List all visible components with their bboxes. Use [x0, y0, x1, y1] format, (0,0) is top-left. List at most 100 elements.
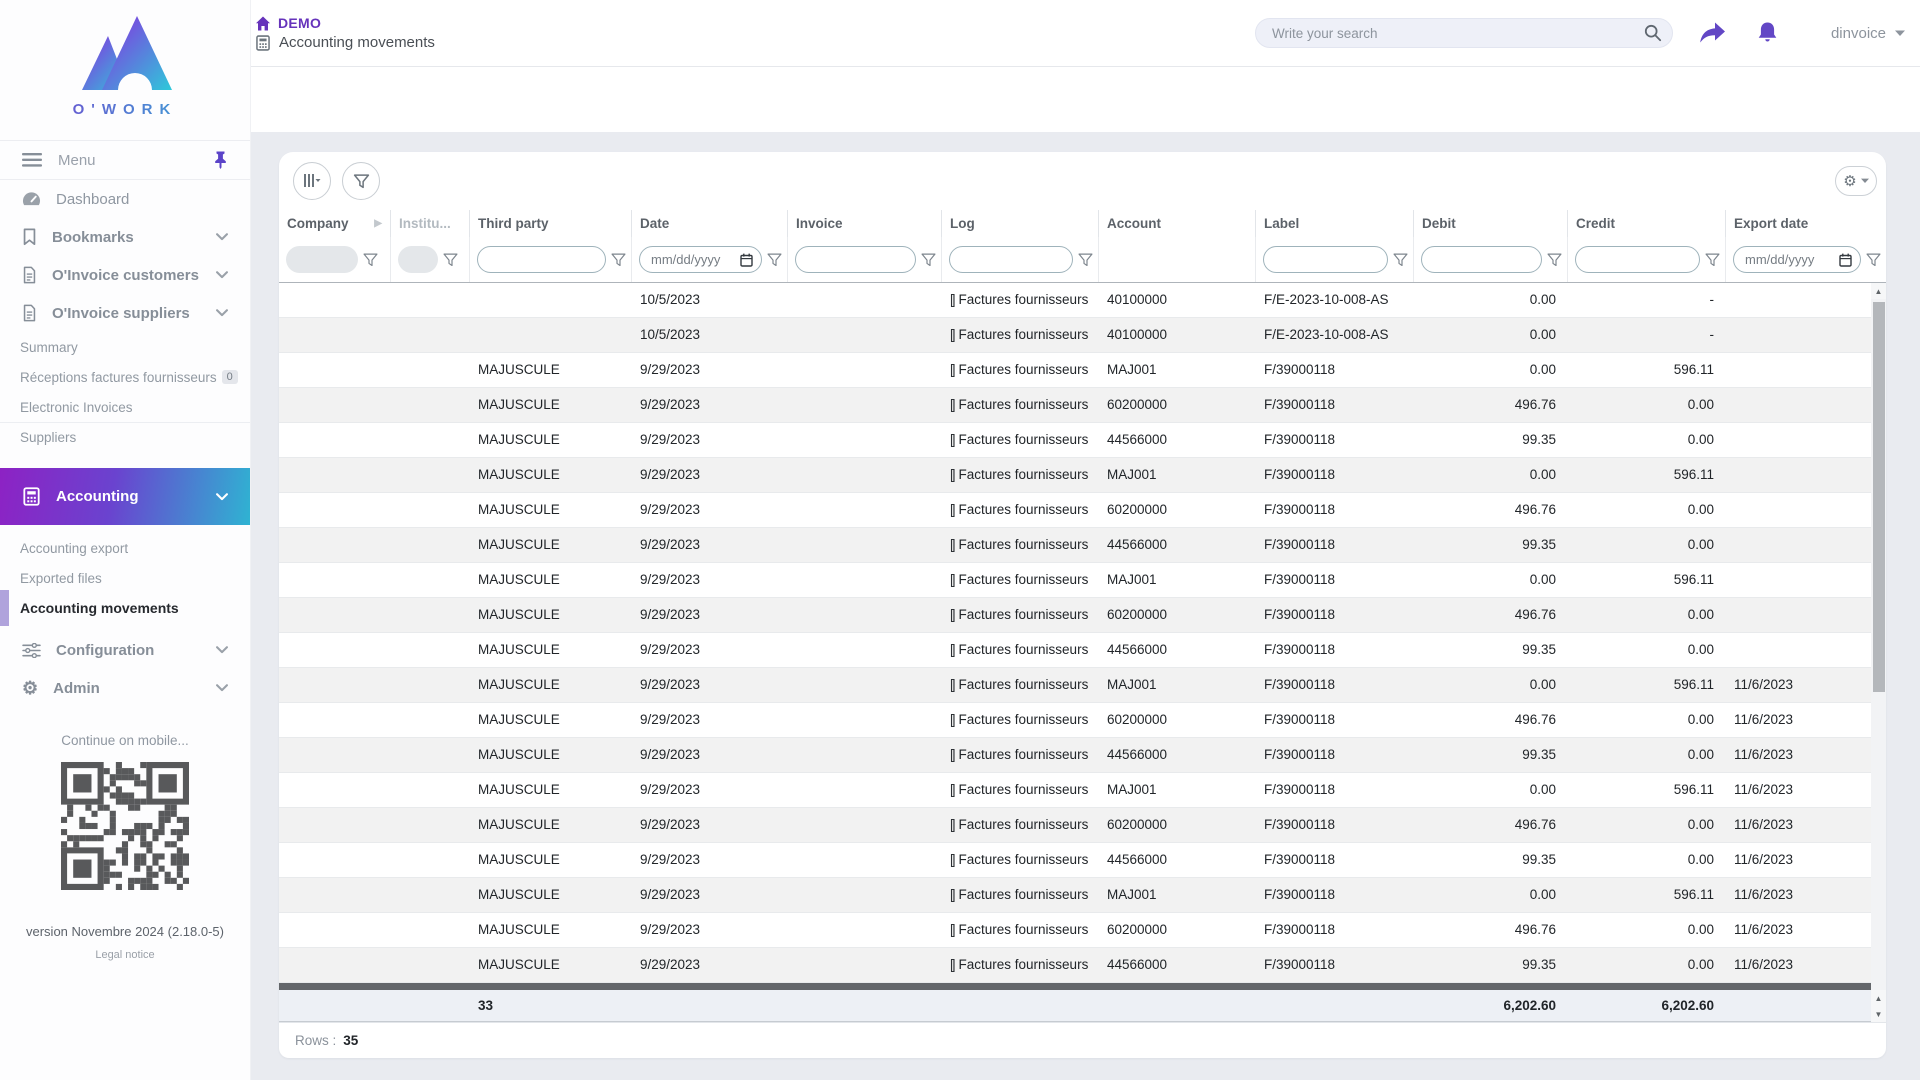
- column-header-credit[interactable]: Credit: [1568, 210, 1726, 237]
- filter-input-third_party[interactable]: [477, 246, 606, 273]
- scrollbar-thumb[interactable]: [1872, 302, 1885, 692]
- sidebar-item-invoice-suppliers[interactable]: O'Invoice suppliers: [0, 294, 250, 332]
- column-header-label[interactable]: Label: [1256, 210, 1414, 237]
- column-header-invoice[interactable]: Invoice: [788, 210, 942, 237]
- sidebar-item-accounting[interactable]: Accounting: [0, 468, 250, 525]
- scroll-up-icon[interactable]: ▲: [1871, 283, 1886, 299]
- filter-funnel-icon[interactable]: [1705, 253, 1720, 267]
- cell-label: F/39000118: [1264, 957, 1336, 972]
- cell-credit: 596.11: [1673, 887, 1714, 902]
- filter-button[interactable]: [342, 162, 380, 200]
- filter-input-debit[interactable]: [1421, 246, 1542, 273]
- table-settings-button[interactable]: ⚙: [1835, 166, 1877, 196]
- legal-notice-link[interactable]: Legal notice: [0, 949, 250, 961]
- user-menu[interactable]: dinvoice: [1831, 25, 1905, 42]
- filter-funnel-icon[interactable]: [1078, 253, 1093, 267]
- column-header-institution[interactable]: Institu...: [391, 210, 470, 237]
- column-header-date[interactable]: Date: [632, 210, 788, 237]
- column-header-account[interactable]: Account: [1099, 210, 1256, 237]
- filter-funnel-icon[interactable]: [921, 253, 936, 267]
- table-row[interactable]: MAJUSCULE 9/29/2023 [] Factures fournisseur…: [279, 528, 1886, 563]
- notifications-bell-icon[interactable]: [1756, 21, 1779, 45]
- total-invoice: [788, 990, 942, 1021]
- horizontal-scrollbar[interactable]: [279, 983, 1871, 990]
- table-row[interactable]: MAJUSCULE 9/29/2023 [] Factures fournisseur…: [279, 738, 1886, 773]
- log-glyph-icon: []: [950, 957, 955, 972]
- share-icon[interactable]: [1699, 22, 1726, 44]
- filter-funnel-icon[interactable]: [1393, 253, 1408, 267]
- dashboard-gauge-icon: [22, 191, 41, 205]
- sidebar-item-suppliers[interactable]: Suppliers: [0, 422, 250, 452]
- column-header-export_date[interactable]: Export date: [1726, 210, 1886, 237]
- columns-button[interactable]: [293, 162, 331, 200]
- table-row[interactable]: MAJUSCULE 9/29/2023 [] Factures fournisseur…: [279, 633, 1886, 668]
- sidebar-item-admin[interactable]: ⚙ Admin: [0, 669, 250, 707]
- table-row[interactable]: MAJUSCULE 9/29/2023 [] Factures fournisseur…: [279, 808, 1886, 843]
- sidebar-item-summary[interactable]: Summary: [0, 332, 250, 362]
- cell-invoice: [788, 808, 942, 842]
- vertical-scrollbar[interactable]: ▲ ▲ ▼: [1871, 283, 1886, 1022]
- sidebar-item-exported-files[interactable]: Exported files: [0, 563, 250, 593]
- filter-input-label[interactable]: [1263, 246, 1388, 273]
- cell-debit: 0.00: [1529, 292, 1556, 307]
- sidebar-item-dashboard[interactable]: Dashboard: [0, 180, 250, 218]
- cell-date: 9/29/2023: [640, 957, 701, 972]
- sidebar-item-invoice-customers[interactable]: O'Invoice customers: [0, 256, 250, 294]
- table-row[interactable]: MAJUSCULE 9/29/2023 [] Factures fournisseur…: [279, 773, 1886, 808]
- filter-funnel-icon[interactable]: [363, 253, 378, 267]
- column-header-log[interactable]: Log: [942, 210, 1099, 237]
- sidebar-item-bookmarks[interactable]: Bookmarks: [0, 218, 250, 256]
- column-header-third_party[interactable]: Third party: [470, 210, 632, 237]
- filter-input-invoice[interactable]: [795, 246, 916, 273]
- table-row[interactable]: MAJUSCULE 9/29/2023 [] Factures fournisseur…: [279, 703, 1886, 738]
- table-row[interactable]: MAJUSCULE 9/29/2023 [] Factures fournisseur…: [279, 598, 1886, 633]
- column-header-debit[interactable]: Debit: [1414, 210, 1568, 237]
- scroll-down-icon[interactable]: ▼: [1871, 1006, 1886, 1022]
- sidebar-item-receptions[interactable]: Réceptions factures fournisseurs 0: [0, 362, 250, 392]
- filter-input-credit[interactable]: [1575, 246, 1700, 273]
- table-row[interactable]: 10/5/2023 [] Factures fournisseurs 40100000…: [279, 318, 1886, 353]
- breadcrumb-root[interactable]: DEMO: [278, 15, 321, 31]
- hamburger-icon[interactable]: [22, 153, 42, 167]
- table-row[interactable]: MAJUSCULE 9/29/2023 [] Factures fournisseur…: [279, 388, 1886, 423]
- column-header-company[interactable]: Company ▶: [279, 210, 391, 237]
- cell-debit: 99.35: [1522, 852, 1556, 867]
- filter-funnel-icon[interactable]: [767, 253, 782, 267]
- cell-institution: [391, 388, 470, 422]
- table-row[interactable]: MAJUSCULE 9/29/2023 [] Factures fournisseur…: [279, 353, 1886, 388]
- table-row[interactable]: MAJUSCULE 9/29/2023 [] Factures fournisseur…: [279, 493, 1886, 528]
- table-row[interactable]: MAJUSCULE 9/29/2023 [] Factures fournisseur…: [279, 843, 1886, 878]
- table-row[interactable]: MAJUSCULE 9/29/2023 [] Factures fournisseur…: [279, 668, 1886, 703]
- sidebar-item-accounting-movements[interactable]: Accounting movements: [0, 590, 250, 626]
- filter-date-input-export_date[interactable]: mm/dd/yyyy: [1733, 246, 1861, 273]
- table-row[interactable]: MAJUSCULE 9/29/2023 [] Factures fournisseur…: [279, 948, 1886, 983]
- column-resize-icon[interactable]: ▶: [374, 218, 382, 229]
- table-row[interactable]: MAJUSCULE 9/29/2023 [] Factures fournisseur…: [279, 423, 1886, 458]
- cell-invoice: [788, 458, 942, 492]
- filter-funnel-icon[interactable]: [1547, 253, 1562, 267]
- sidebar-item-electronic-invoices[interactable]: Electronic Invoices: [0, 392, 250, 422]
- menu-label: Menu: [58, 151, 96, 169]
- pin-icon[interactable]: [213, 151, 228, 169]
- sidebar-item-configuration[interactable]: Configuration: [0, 631, 250, 669]
- filter-cell-debit: [1414, 237, 1568, 282]
- filter-funnel-icon[interactable]: [611, 253, 626, 267]
- table-row[interactable]: 10/5/2023 [] Factures fournisseurs 40100000…: [279, 283, 1886, 318]
- scrollbar-track[interactable]: [1871, 299, 1886, 990]
- filter-input-log[interactable]: [949, 246, 1073, 273]
- table-row[interactable]: MAJUSCULE 9/29/2023 [] Factures fournisseur…: [279, 563, 1886, 598]
- filter-funnel-icon[interactable]: [1866, 253, 1881, 267]
- table-row[interactable]: MAJUSCULE 9/29/2023 [] Factures fournisseur…: [279, 878, 1886, 913]
- scroll-up-icon[interactable]: ▲: [1871, 990, 1886, 1006]
- search-input[interactable]: [1271, 25, 1644, 41]
- sidebar-item-accounting-export[interactable]: Accounting export: [0, 533, 250, 563]
- table-row[interactable]: MAJUSCULE 9/29/2023 [] Factures fournisseur…: [279, 458, 1886, 493]
- cell-account: 44566000: [1107, 537, 1168, 552]
- filter-date-input-date[interactable]: mm/dd/yyyy: [639, 246, 762, 273]
- filter-funnel-icon[interactable]: [443, 253, 458, 267]
- mobile-section: Continue on mobile...: [0, 733, 250, 890]
- search-icon[interactable]: [1644, 24, 1662, 42]
- table-row[interactable]: MAJUSCULE 9/29/2023 [] Factures fournisseur…: [279, 913, 1886, 948]
- cell-date: 9/29/2023: [640, 537, 701, 552]
- home-icon: [256, 16, 270, 30]
